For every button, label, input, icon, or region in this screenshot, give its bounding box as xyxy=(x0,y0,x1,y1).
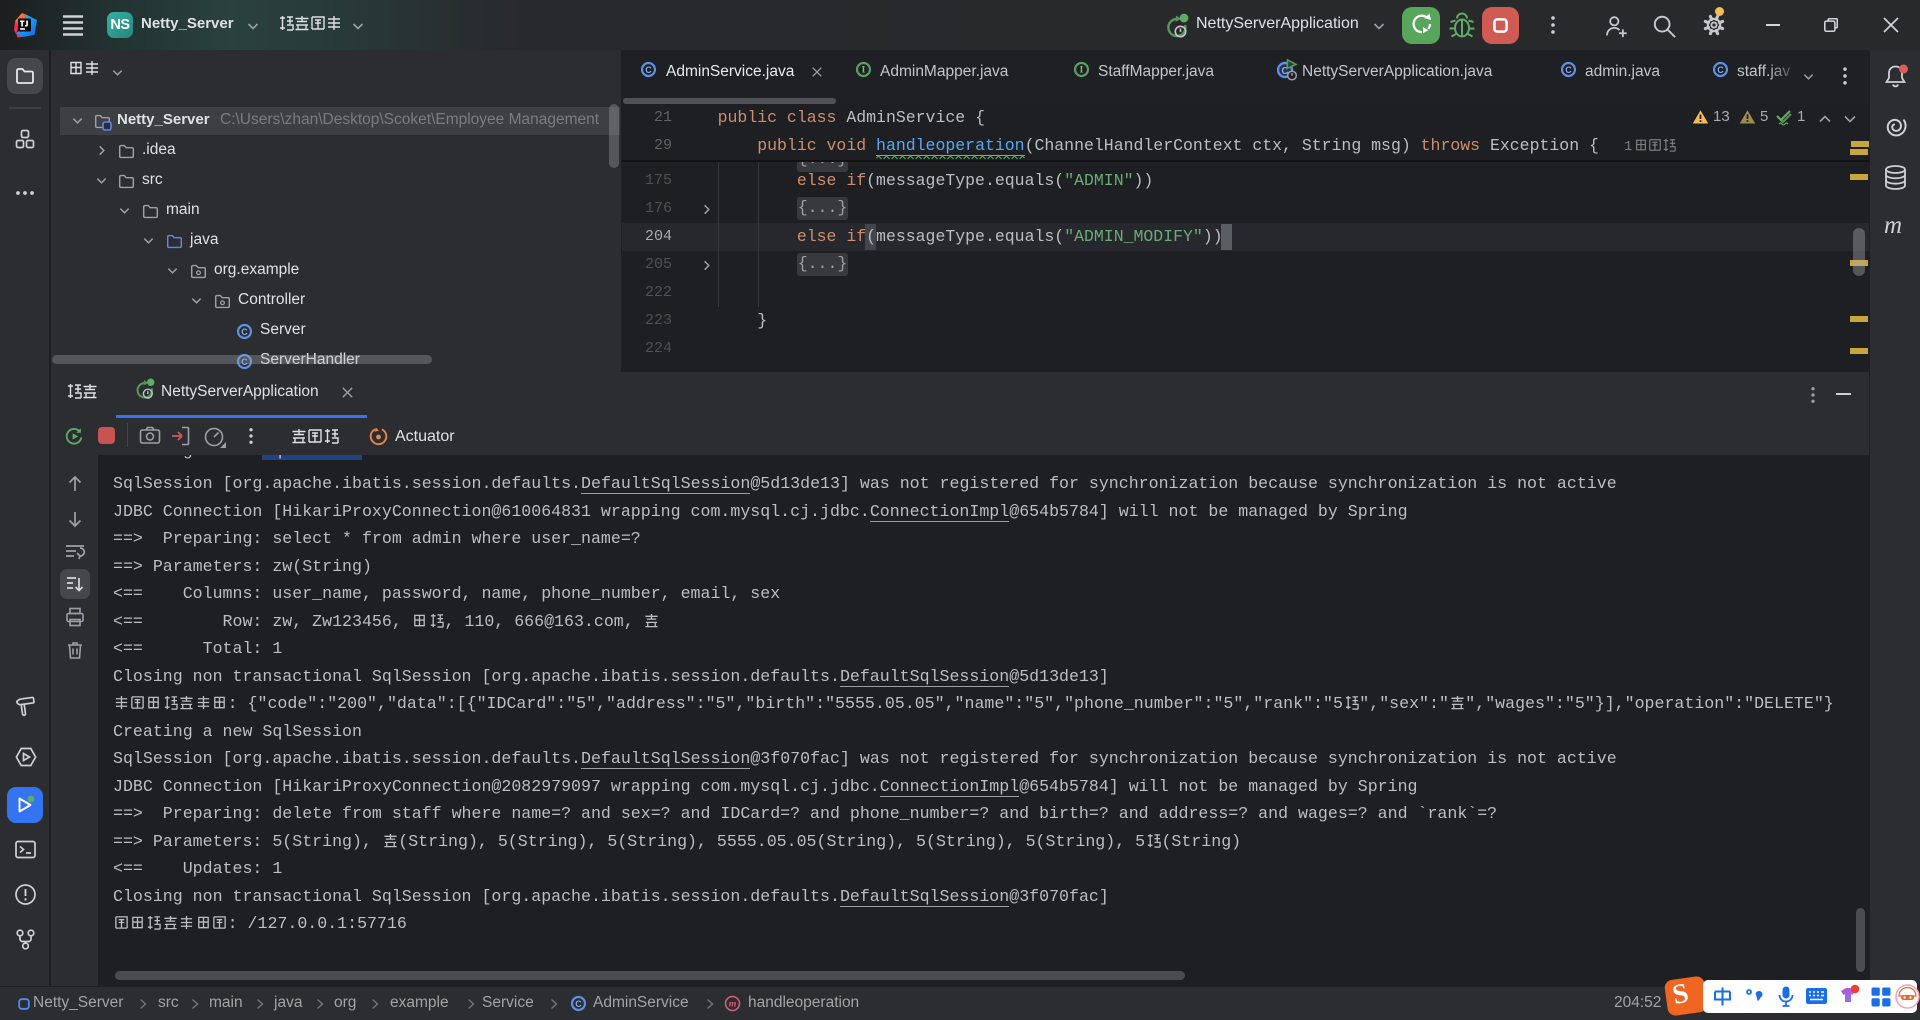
svg-text:I: I xyxy=(1080,66,1084,76)
svg-text:C: C xyxy=(1565,65,1572,75)
svg-text:m: m xyxy=(729,999,737,1010)
svg-text:I: I xyxy=(862,66,866,76)
svg-text:C: C xyxy=(241,327,248,337)
svg-text:C: C xyxy=(575,999,582,1009)
svg-text:C: C xyxy=(645,65,652,75)
svg-text:C: C xyxy=(1717,65,1724,75)
